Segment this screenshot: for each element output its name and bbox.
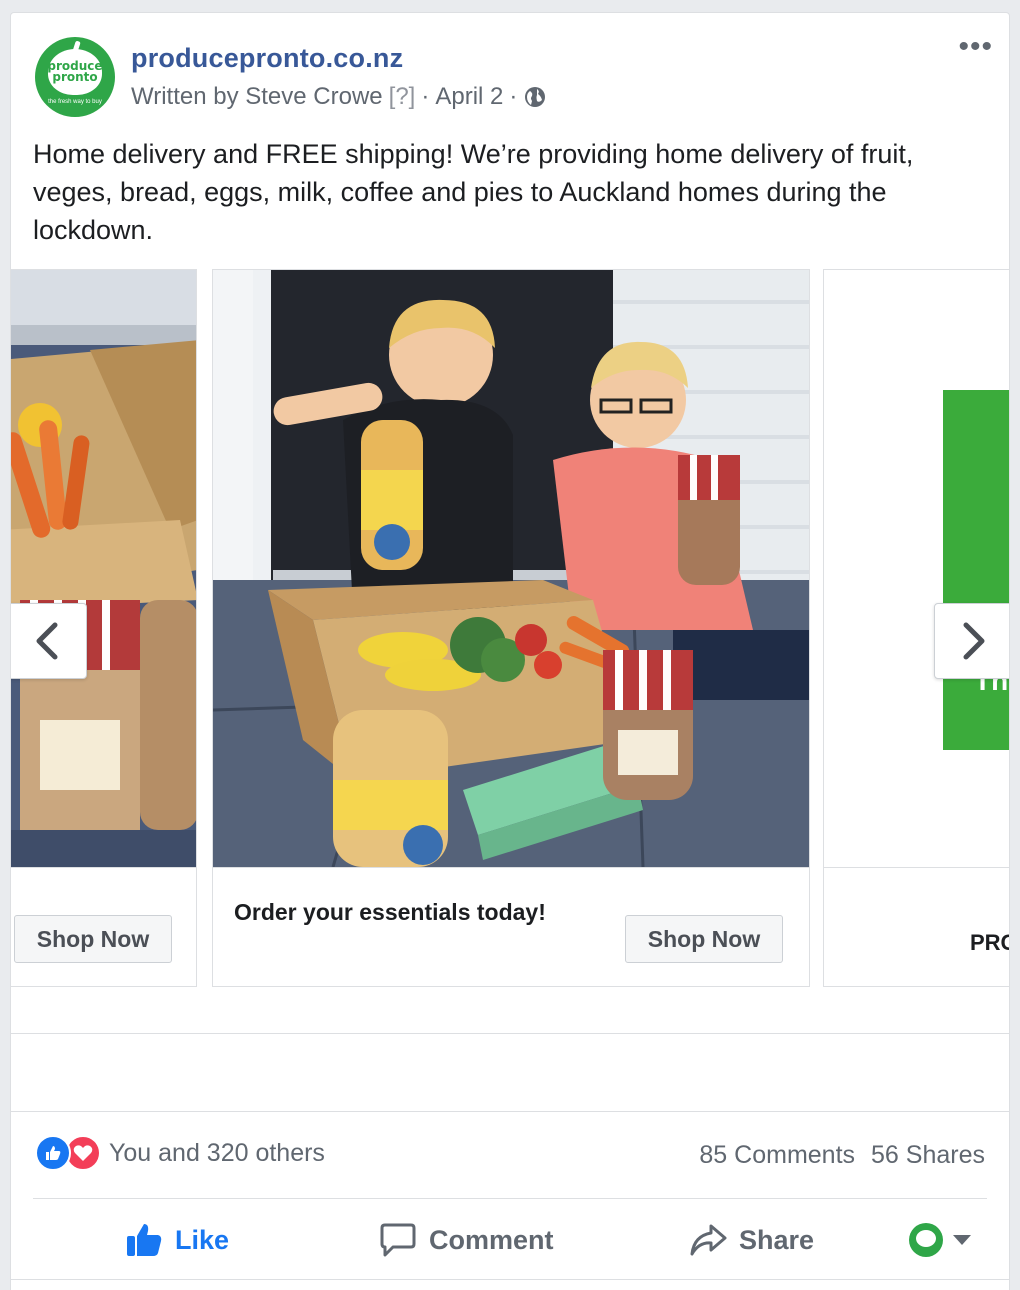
share-label: Share	[739, 1224, 815, 1255]
carousel-card-1-footer: Shop Now	[11, 867, 196, 987]
shop-now-button-1[interactable]: Shop Now	[14, 915, 172, 963]
post-meta: Written by Steve Crowe [?] · April 2 ·	[131, 83, 547, 111]
page-avatar[interactable]: produce pronto the fresh way to buy	[35, 37, 115, 117]
comment-label: Comment	[429, 1224, 554, 1255]
divider-top	[11, 1033, 1009, 1034]
actions-divider	[33, 1198, 987, 1199]
thumbs-up-icon	[127, 1224, 162, 1256]
avatar-tagline: the fresh way to buy	[48, 99, 102, 105]
avatar-logo-line2: pronto	[52, 70, 98, 84]
share-icon	[690, 1224, 727, 1256]
like-button[interactable]: Like	[125, 1213, 229, 1267]
like-reaction-icon	[35, 1135, 71, 1171]
globe-icon	[525, 87, 546, 107]
carousel: Shop Now Order your essentials today! Sh…	[11, 269, 1009, 989]
dropdown-caret-icon	[953, 1235, 971, 1245]
carousel-card-2-image[interactable]	[213, 270, 809, 867]
post-as-selector[interactable]	[909, 1213, 971, 1267]
comment-button[interactable]: Comment	[379, 1213, 554, 1267]
comments-count[interactable]: 85 Comments	[699, 1141, 855, 1170]
divider-bottom	[11, 1111, 1009, 1112]
more-options-icon[interactable]: •••	[958, 32, 993, 62]
chevron-right-icon	[963, 622, 985, 660]
help-marker[interactable]: [?]	[389, 83, 416, 111]
carousel-card-3-footer: PRC	[824, 867, 1009, 987]
page-avatar-small-icon	[909, 1223, 943, 1257]
carousel-next-button[interactable]	[934, 603, 1009, 679]
post-card: produce pronto the fresh way to buy prod…	[10, 12, 1010, 1290]
carousel-card-2-footer: Order your essentials today! Shop Now	[213, 867, 809, 987]
share-button[interactable]: Share	[689, 1213, 814, 1267]
reactions-summary[interactable]: You and 320 others	[35, 1135, 325, 1171]
meta-separator: ·	[421, 83, 430, 110]
carousel-card-3-headline: PRC	[970, 930, 1009, 955]
post-body-text: Home delivery and FREE shipping! We’re p…	[33, 139, 914, 245]
like-label: Like	[175, 1224, 230, 1255]
chevron-left-icon	[36, 622, 58, 660]
shop-now-button-2[interactable]: Shop Now	[625, 915, 783, 963]
action-bar: Like Comment Share	[11, 1213, 1009, 1269]
carousel-card-3-image[interactable]: Th	[824, 270, 1009, 867]
carousel-card-1-image[interactable]	[11, 270, 196, 867]
meta-separator-2: ·	[509, 83, 518, 110]
card-bottom-border	[11, 1279, 1009, 1280]
reactions-text[interactable]: You and 320 others	[109, 1139, 325, 1168]
shares-count[interactable]: 56 Shares	[871, 1141, 985, 1170]
author-line: Written by Steve Crowe	[131, 83, 383, 110]
engagement-counts: 85 Comments 56 Shares	[699, 1141, 985, 1170]
carousel-card-2[interactable]: Order your essentials today! Shop Now	[212, 269, 810, 987]
post-date[interactable]: April 2	[435, 83, 503, 111]
comment-icon	[380, 1223, 416, 1257]
carousel-card-2-headline: Order your essentials today!	[234, 899, 546, 925]
page-name-link[interactable]: producepronto.co.nz	[131, 43, 403, 74]
carousel-prev-button[interactable]	[11, 603, 87, 679]
